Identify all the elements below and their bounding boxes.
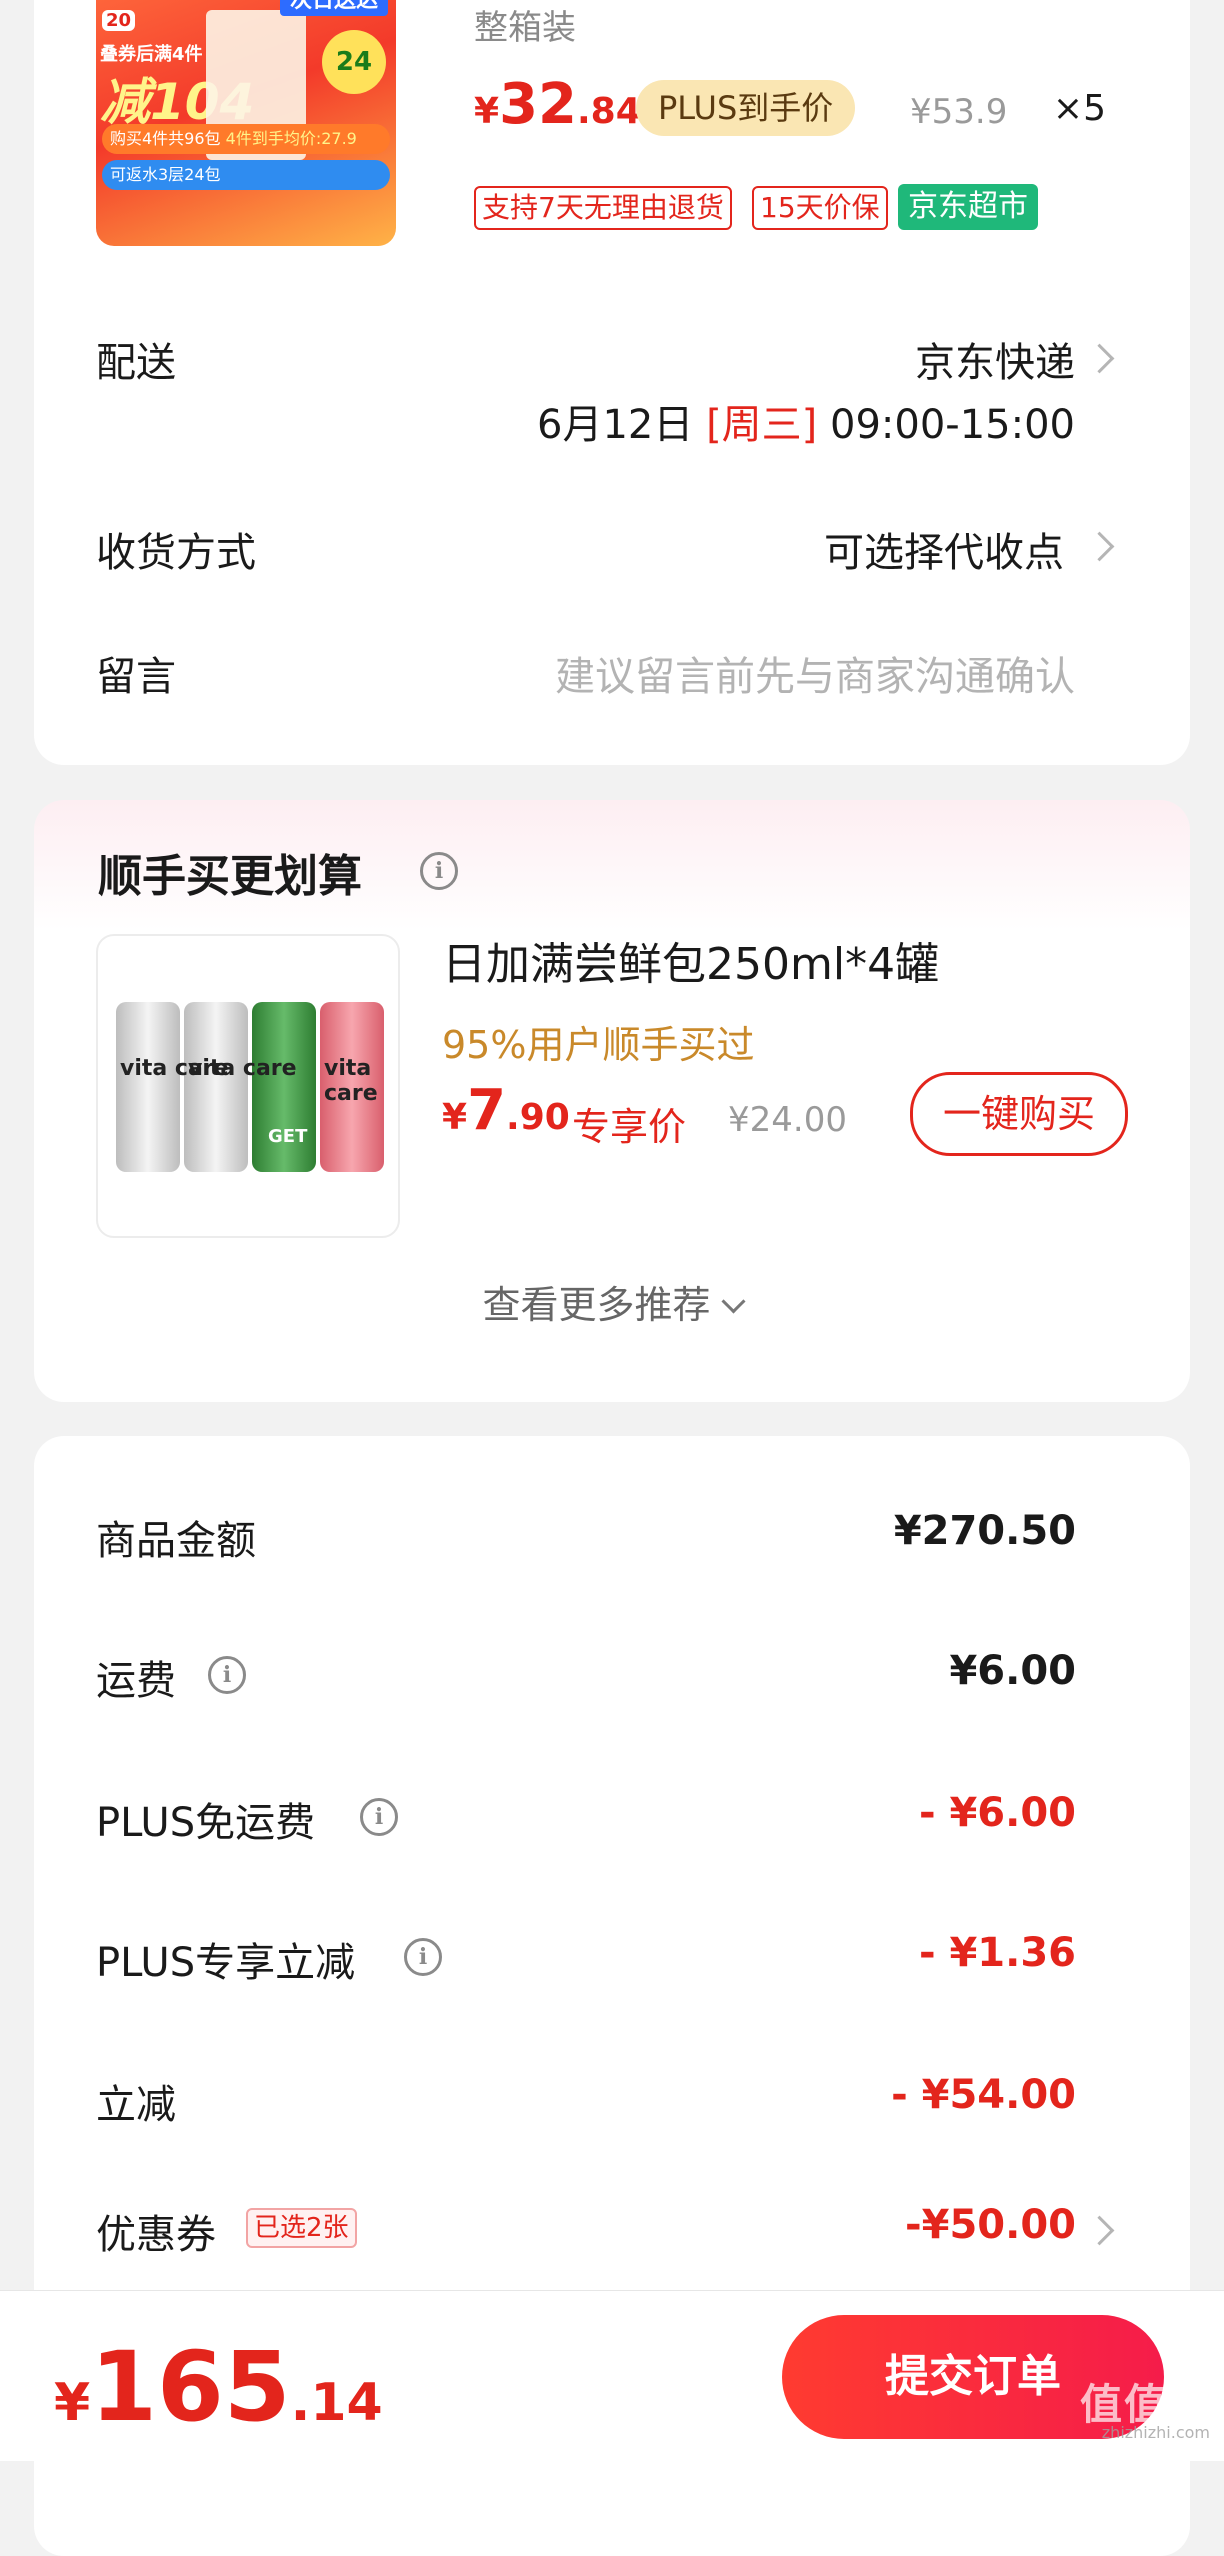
recommend-title: 顺手买更划算 xyxy=(98,851,362,902)
receive-label: 收货方式 xyxy=(96,530,256,576)
thumb-next-day: 次日送达 xyxy=(279,0,388,16)
can-label: vita care xyxy=(188,1056,297,1081)
can-label: GET xyxy=(268,1126,308,1147)
summary-value: - ¥1.36 xyxy=(918,1930,1076,1976)
message-input[interactable]: 建议留言前先与商家沟通确认 xyxy=(555,644,1075,702)
summary-value: ¥270.50 xyxy=(893,1508,1076,1554)
original-price: ¥53.9 xyxy=(910,92,1008,132)
summary-label: 商品金额 xyxy=(96,1518,256,1564)
store-tag: 京东超市 xyxy=(898,184,1038,230)
thumb-line: 购买4件共96包 4件到手均价:27.9 xyxy=(102,124,390,154)
recommend-image[interactable]: vita care vita care GET vita care xyxy=(96,934,400,1238)
product-price: ¥32.84 xyxy=(474,72,641,137)
info-icon[interactable]: i xyxy=(208,1656,246,1694)
watermark-url: zhizhizhi.com xyxy=(1101,2423,1210,2442)
info-icon[interactable]: i xyxy=(360,1798,398,1836)
coupon-value[interactable]: -¥50.00 xyxy=(905,2202,1076,2248)
info-icon[interactable]: i xyxy=(404,1938,442,1976)
one-click-buy-button[interactable]: 一键购买 xyxy=(910,1072,1128,1156)
thumb-line: 可返水3层24包 xyxy=(102,160,390,190)
return-policy-tag: 支持7天无理由退货 xyxy=(474,186,732,230)
product-quantity: ×5 xyxy=(1052,88,1106,129)
info-icon[interactable]: i xyxy=(420,852,458,890)
exclusive-label: 专享价 xyxy=(572,1105,687,1149)
chevron-right-icon[interactable] xyxy=(1084,343,1115,374)
summary-value: - ¥6.00 xyxy=(918,1790,1076,1836)
receive-option[interactable]: 可选择代收点 xyxy=(824,520,1064,578)
delivery-carrier[interactable]: 京东快递 xyxy=(915,330,1075,388)
coupon-label[interactable]: 优惠券 xyxy=(96,2202,216,2260)
delivery-label: 配送 xyxy=(96,340,176,386)
recommend-price: ¥7.90 xyxy=(442,1078,570,1143)
product-spec: 整箱装 xyxy=(474,8,576,48)
recommend-name[interactable]: 日加满尝鲜包250ml*4罐 xyxy=(442,928,939,992)
coupon-selected-tag[interactable]: 已选2张 xyxy=(246,2208,357,2248)
message-label: 留言 xyxy=(96,654,176,700)
recommend-percent: 95%用户顺手买过 xyxy=(442,1023,755,1067)
chevron-right-icon[interactable] xyxy=(1084,2215,1115,2246)
thumb-count: 24 xyxy=(322,30,386,94)
summary-label: 运费 xyxy=(96,1658,176,1704)
summary-label: PLUS专享立减 xyxy=(96,1940,356,1986)
summary-label: 立减 xyxy=(96,2082,176,2128)
total-price: ¥165.14 xyxy=(54,2331,383,2443)
chevron-right-icon[interactable] xyxy=(1084,531,1115,562)
can-image xyxy=(116,1002,180,1172)
can-label: vita care xyxy=(324,1056,378,1106)
plus-price-tag: PLUS到手价 xyxy=(636,80,856,136)
thumb-badge: 20 xyxy=(102,10,136,31)
checkout-bar: ¥165.14 提交订单 值值值 zhizhizhi.com xyxy=(0,2290,1224,2461)
summary-value: - ¥54.00 xyxy=(891,2072,1076,2118)
delivery-time: 6月12日 [周三] 09:00-15:00 xyxy=(537,402,1075,448)
recommend-original-price: ¥24.00 xyxy=(728,1100,847,1140)
summary-value: ¥6.00 xyxy=(949,1648,1076,1694)
recommend-card: 顺手买更划算 i vita care vita care GET vita ca… xyxy=(34,800,1190,1402)
can-image xyxy=(184,1002,248,1172)
price-protect-tag: 15天价保 xyxy=(752,186,888,230)
summary-label: PLUS免运费 xyxy=(96,1800,316,1846)
more-recommend-link[interactable]: 查看更多推荐 xyxy=(34,1274,1190,1329)
order-card: 30 20 叠券后满4件 减104 次日送达 24 购买4件共96包 4件到手均… xyxy=(34,0,1190,765)
product-image[interactable]: 30 20 叠券后满4件 减104 次日送达 24 购买4件共96包 4件到手均… xyxy=(96,0,396,246)
chevron-down-icon xyxy=(720,1289,746,1314)
